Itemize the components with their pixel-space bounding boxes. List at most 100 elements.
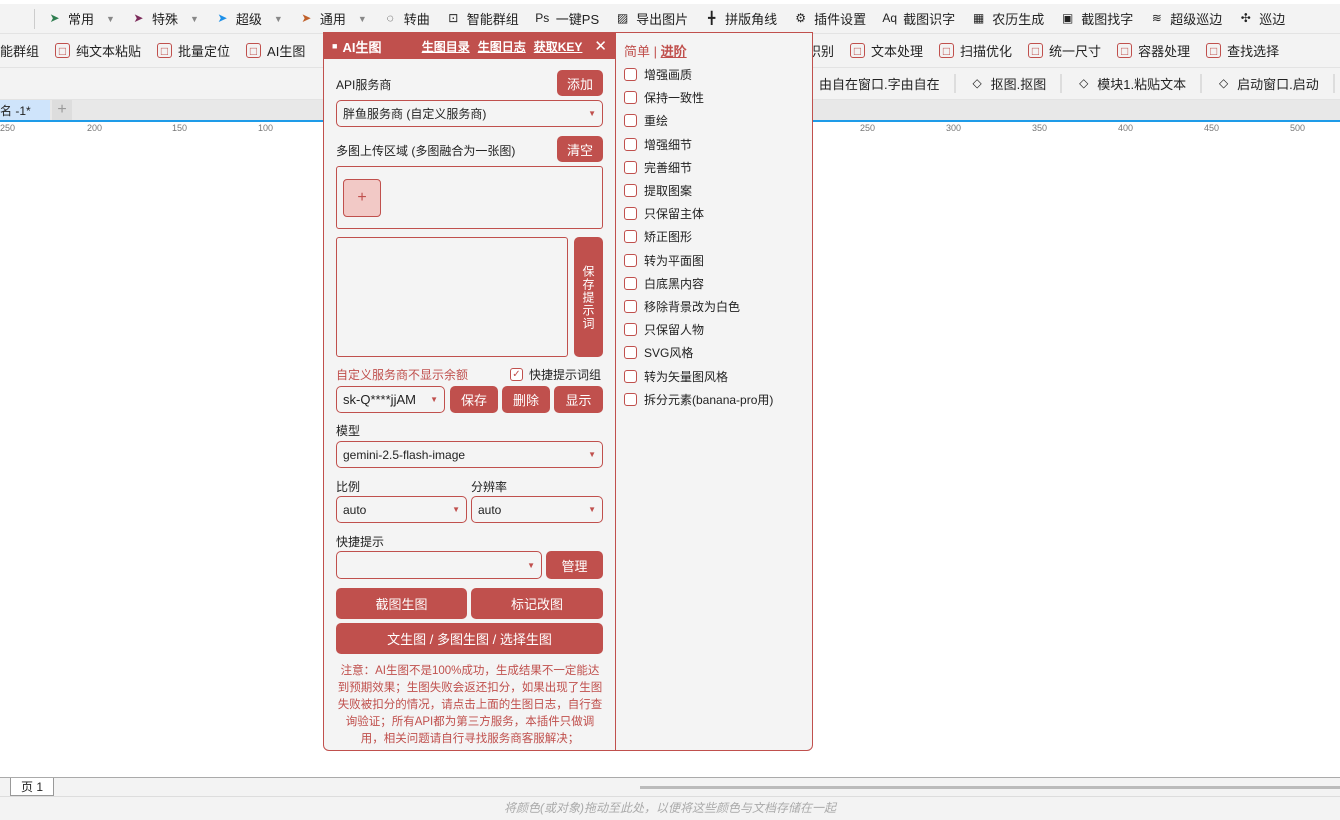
toolbar-item[interactable]: ➤通用▼	[291, 9, 375, 28]
toolbar-item[interactable]: □查找选择	[1198, 41, 1287, 60]
link-image-dir[interactable]: 生图目录	[422, 38, 470, 55]
checkbox-box[interactable]	[624, 370, 637, 383]
option-checkbox[interactable]: 转为平面图	[624, 252, 704, 269]
toolbar-item[interactable]: Aq截图识字	[874, 9, 963, 28]
toolbar-item[interactable]: □扫描优化	[931, 41, 1020, 60]
prompt-textarea[interactable]	[336, 237, 568, 357]
add-image-icon[interactable]: +	[343, 179, 381, 217]
option-checkbox[interactable]: 保持一致性	[624, 89, 704, 106]
horizontal-scrollbar[interactable]	[640, 786, 1340, 789]
script-tag-icon: ◇	[1216, 76, 1231, 91]
close-icon[interactable]: ✕	[594, 37, 607, 55]
save-prompt-button[interactable]: 保存提示词	[574, 237, 603, 357]
ratio-select[interactable]: auto▼	[336, 496, 467, 523]
option-checkbox[interactable]: 转为矢量图风格	[624, 368, 728, 385]
toolbar-item[interactable]: 能群组	[0, 41, 47, 60]
link-get-key[interactable]: 获取KEY	[534, 38, 583, 55]
checkbox-box[interactable]	[624, 138, 637, 151]
model-select[interactable]: gemini-2.5-flash-image▼	[336, 441, 603, 468]
mode-advanced[interactable]: 进阶	[661, 44, 687, 59]
show-key-button[interactable]: 显示	[554, 386, 603, 413]
toolbar-item[interactable]: Ps一键PS	[527, 9, 607, 28]
option-checkbox[interactable]: 完善细节	[624, 159, 692, 176]
key-select[interactable]: sk-Q****jjAM▼	[336, 386, 445, 413]
toolbar-item[interactable]: □容器处理	[1109, 41, 1198, 60]
toolbar-item[interactable]: ⊡智能群组	[438, 9, 527, 28]
toolbar-item[interactable]: ✣巡边	[1230, 9, 1293, 28]
checkbox-box[interactable]	[624, 161, 637, 174]
checkbox-box[interactable]	[624, 300, 637, 313]
chevron-down-icon[interactable]: ▼	[274, 14, 283, 24]
checkbox-label: SVG风格	[644, 344, 693, 361]
mark-edit-button[interactable]: 标记改图	[471, 588, 603, 619]
toolbar-item[interactable]: ➤超级▼	[207, 9, 291, 28]
save-key-button[interactable]: 保存	[450, 386, 498, 413]
checkbox-box[interactable]	[624, 68, 637, 81]
upload-area[interactable]: +	[336, 166, 603, 229]
ruler-label: 350	[1032, 123, 1047, 133]
option-checkbox[interactable]: 重绘	[624, 112, 668, 129]
chevron-down-icon[interactable]: ▼	[106, 14, 115, 24]
option-checkbox[interactable]: 移除背景改为白色	[624, 298, 740, 315]
option-checkbox[interactable]: 增强细节	[624, 136, 692, 153]
add-tab-icon[interactable]: +	[52, 100, 72, 120]
toolbar-item[interactable]: □批量定位	[149, 41, 238, 60]
script-button[interactable]: ◇抠图.抠图	[956, 74, 1063, 93]
option-checkbox[interactable]: 只保留人物	[624, 321, 704, 338]
delete-key-button[interactable]: 删除	[502, 386, 550, 413]
checkbox-box[interactable]	[624, 230, 637, 243]
quick-group-checkbox[interactable]: ✓快捷提示词组	[510, 366, 601, 383]
chevron-down-icon[interactable]: ▼	[358, 14, 367, 24]
option-checkbox[interactable]: SVG风格	[624, 344, 693, 361]
checkbox-box[interactable]	[624, 323, 637, 336]
option-checkbox[interactable]: 拆分元素(banana-pro用)	[624, 391, 773, 408]
toolbar-item[interactable]: ▣截图找字	[1052, 9, 1141, 28]
option-checkbox[interactable]: 白底黑内容	[624, 275, 704, 292]
document-tab[interactable]: 名 -1*	[0, 100, 50, 120]
toolbar-item[interactable]: □文本处理	[842, 41, 931, 60]
checkbox-label: 快捷提示词组	[529, 366, 601, 383]
script-button[interactable]: 由自在窗口.字由自在	[805, 74, 956, 93]
checkbox-box[interactable]	[624, 346, 637, 359]
screenshot-generate-button[interactable]: 截图生图	[336, 588, 467, 619]
toolbar-item[interactable]: ◌转曲	[375, 9, 438, 28]
checkbox-label: 增强画质	[644, 66, 692, 83]
option-checkbox[interactable]: 只保留主体	[624, 205, 704, 222]
api-provider-select[interactable]: 胖鱼服务商 (自定义服务商)▼	[336, 100, 603, 127]
mode-simple[interactable]: 简单	[624, 44, 650, 59]
quick-prompt-select[interactable]: ▼	[336, 551, 542, 579]
gear-icon: ⚙	[793, 11, 808, 26]
checkbox-box[interactable]	[624, 277, 637, 290]
script-button[interactable]: ◇模块1.粘贴文本	[1062, 74, 1202, 93]
toolbar-item[interactable]: □统一尺寸	[1020, 41, 1109, 60]
toolbar-item[interactable]: ≋超级巡边	[1141, 9, 1230, 28]
chevron-down-icon[interactable]: ▼	[190, 14, 199, 24]
checkbox-box[interactable]	[624, 254, 637, 267]
link-image-log[interactable]: 生图日志	[478, 38, 526, 55]
option-checkbox[interactable]: 增强画质	[624, 66, 692, 83]
option-checkbox[interactable]: 提取图案	[624, 182, 692, 199]
add-button[interactable]: 添加	[557, 70, 603, 96]
checkbox-box[interactable]	[624, 91, 637, 104]
option-checkbox[interactable]: 矫正图形	[624, 228, 692, 245]
checkbox-box[interactable]	[624, 184, 637, 197]
script-button[interactable]: ◇启动窗口.启动	[1202, 74, 1335, 93]
page-tab[interactable]: 页 1	[10, 778, 54, 796]
manage-button[interactable]: 管理	[546, 551, 603, 579]
checkbox-box[interactable]	[624, 393, 637, 406]
text-generate-button[interactable]: 文生图 / 多图生图 / 选择生图	[336, 623, 603, 654]
ai-image-panel: ■ AI生图 生图目录 生图日志 获取KEY ✕ API服务商 添加 胖鱼服务商…	[323, 32, 813, 751]
toolbar-item[interactable]: ➤常用▼	[39, 9, 123, 28]
toolbar-item[interactable]: □纯文本粘贴	[47, 41, 149, 60]
toolbar-item[interactable]: ▦农历生成	[963, 9, 1052, 28]
toolbar-item[interactable]: ➤特殊▼	[123, 9, 207, 28]
checkbox-box[interactable]	[624, 114, 637, 127]
toolbar-item[interactable]: ╋拼版角线	[696, 9, 785, 28]
resolution-select[interactable]: auto▼	[471, 496, 603, 523]
checkbox-box[interactable]	[624, 207, 637, 220]
toolbar-item[interactable]: ⚙插件设置	[785, 9, 874, 28]
toolbar-item[interactable]: □AI生图	[238, 41, 313, 60]
chevron-down-icon: ▼	[430, 395, 438, 404]
toolbar-item[interactable]: ▨导出图片	[607, 9, 696, 28]
clear-button[interactable]: 清空	[557, 136, 603, 162]
